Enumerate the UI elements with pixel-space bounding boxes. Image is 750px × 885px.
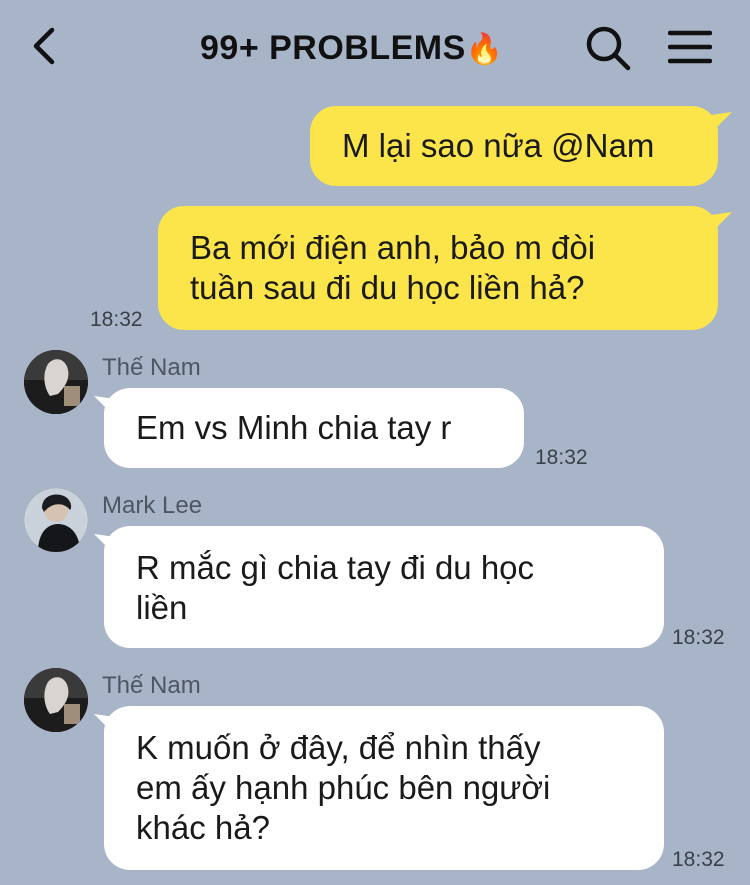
- avatar-photo: [24, 488, 88, 552]
- search-icon: [586, 26, 631, 71]
- incoming-message-bubble[interactable]: Em vs Minh chia tay r: [104, 388, 524, 468]
- chat-header: 99+ PROBLEMS🔥: [0, 0, 750, 96]
- message-timestamp: 18:32: [672, 626, 725, 649]
- avatar[interactable]: [24, 668, 88, 732]
- chat-title-text: 99+ PROBLEMS: [200, 29, 466, 67]
- message-text: Ba mới điện anh, bảo m đòi tuần sau đi d…: [190, 229, 596, 306]
- message-text: K muốn ở đây, để nhìn thấy em ấy hạnh ph…: [136, 729, 551, 846]
- avatar[interactable]: [24, 350, 88, 414]
- back-button[interactable]: [28, 24, 68, 68]
- menu-button[interactable]: [667, 28, 713, 68]
- avatar-photo: [24, 350, 88, 414]
- sender-name: Thế Nam: [102, 672, 201, 699]
- message-text: R mắc gì chia tay đi du học liền: [136, 549, 535, 626]
- chat-title: 99+ PROBLEMS🔥: [200, 26, 504, 70]
- message-text: Em vs Minh chia tay r: [136, 409, 452, 446]
- message-timestamp: 18:32: [535, 446, 588, 469]
- avatar[interactable]: [24, 488, 88, 552]
- outgoing-message-bubble[interactable]: Ba mới điện anh, bảo m đòi tuần sau đi d…: [158, 206, 718, 330]
- outgoing-bubble-tail: [704, 212, 732, 234]
- sender-name: Mark Lee: [102, 492, 203, 519]
- sender-name: Thế Nam: [102, 354, 201, 381]
- avatar-photo: [24, 668, 88, 732]
- chevron-left-icon: [33, 27, 55, 65]
- search-button[interactable]: [584, 24, 632, 72]
- fire-emoji: 🔥: [465, 33, 504, 66]
- incoming-message-bubble[interactable]: K muốn ở đây, để nhìn thấy em ấy hạnh ph…: [104, 706, 664, 870]
- outgoing-bubble-tail: [704, 112, 732, 134]
- message-timestamp: 18:32: [90, 308, 143, 331]
- hamburger-menu-icon: [667, 30, 713, 64]
- incoming-message-bubble[interactable]: R mắc gì chia tay đi du học liền: [104, 526, 664, 648]
- message-timestamp: 18:32: [672, 848, 725, 871]
- outgoing-message-bubble[interactable]: M lại sao nữa @Nam: [310, 106, 718, 186]
- message-text: M lại sao nữa @Nam: [342, 127, 655, 164]
